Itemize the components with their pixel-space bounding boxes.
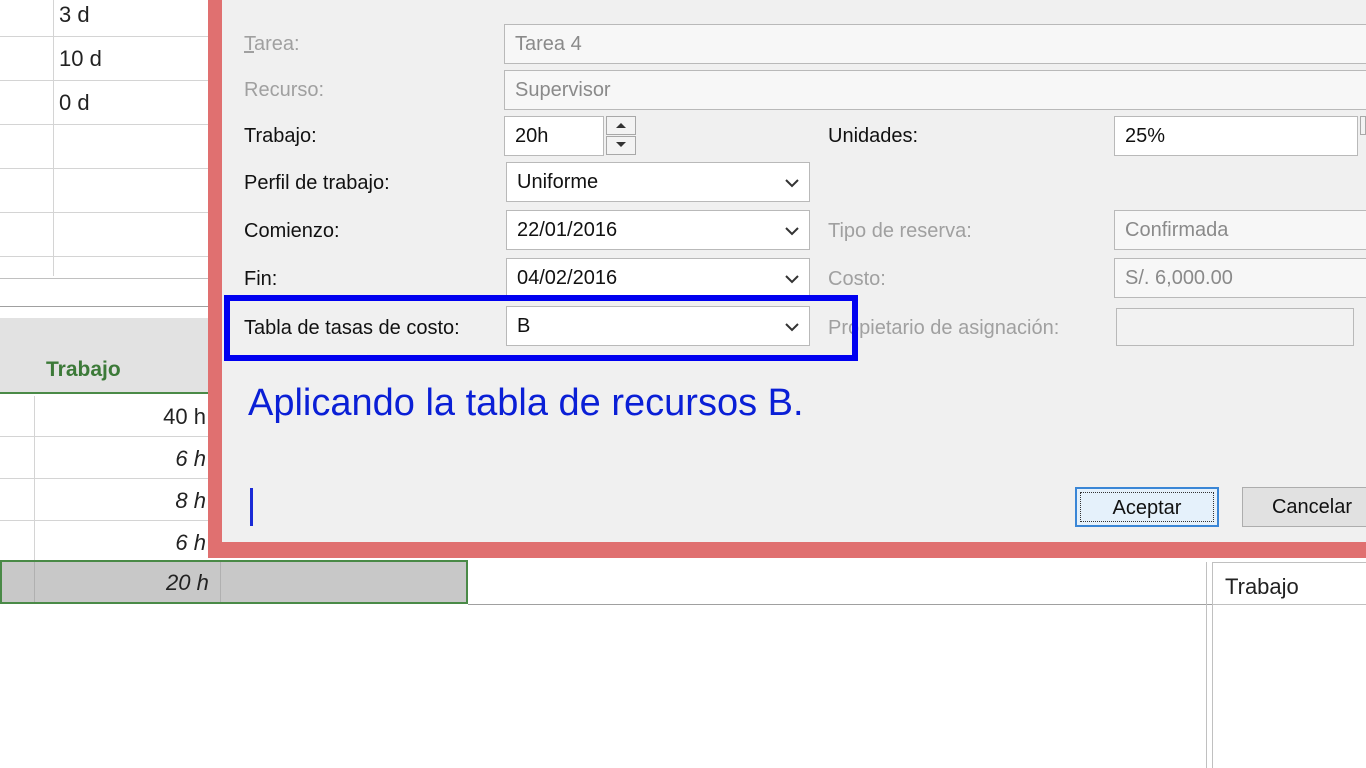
grid-line: [1212, 604, 1366, 605]
column-header-work[interactable]: Trabajo: [46, 358, 121, 382]
splitter[interactable]: [1212, 562, 1213, 768]
arrow-up-icon: [616, 123, 626, 128]
grid-line: [0, 278, 208, 279]
task-field: Tarea 4: [504, 24, 1366, 64]
work-profile-label: Perfil de trabajo:: [244, 172, 390, 194]
chevron-down-icon: [785, 179, 799, 188]
cancel-button[interactable]: Cancelar: [1242, 487, 1366, 527]
splitter[interactable]: [1206, 562, 1207, 768]
grid-line: [0, 256, 208, 257]
work-cell[interactable]: 6 h: [175, 530, 206, 556]
finish-date-value: 04/02/2016: [517, 267, 618, 289]
work-profile-value: Uniforme: [517, 171, 599, 193]
booking-type-label: Tipo de reserva:: [828, 220, 972, 242]
grid-line: [468, 604, 1212, 605]
ok-button[interactable]: Aceptar: [1075, 487, 1219, 527]
start-label: Comienzo:: [244, 220, 340, 242]
duration-cell[interactable]: 0 d: [59, 90, 90, 116]
work-profile-select[interactable]: Uniforme: [506, 162, 810, 202]
work-spin-up[interactable]: [606, 116, 636, 135]
task-label: Tarea:: [244, 33, 300, 55]
start-date-select[interactable]: 22/01/2016: [506, 210, 810, 250]
grid-line: [0, 168, 208, 169]
arrow-down-icon: [616, 142, 626, 147]
focus-ring: [1080, 492, 1214, 522]
duration-cell[interactable]: 10 d: [59, 46, 102, 72]
duration-grid: 3 d 10 d 0 d: [0, 0, 208, 310]
grid-line: [0, 520, 208, 521]
work-cell[interactable]: 8 h: [175, 488, 206, 514]
work-input[interactable]: 20h: [504, 116, 604, 156]
grid-line: [220, 562, 221, 602]
chevron-down-icon: [785, 275, 799, 284]
grid-line: [34, 562, 35, 602]
work-cell[interactable]: 6 h: [175, 446, 206, 472]
grid-line: [1212, 562, 1366, 563]
units-spin[interactable]: [1360, 116, 1366, 135]
booking-type-select: Confirmada: [1114, 210, 1366, 250]
highlight-box: [224, 295, 858, 361]
grid-line: [0, 436, 208, 437]
finish-date-select[interactable]: 04/02/2016: [506, 258, 810, 298]
grid-line: [0, 212, 208, 213]
selected-total-row[interactable]: 20 h: [0, 560, 468, 604]
grid-line: [0, 80, 208, 81]
cost-label: Costo:: [828, 268, 886, 290]
work-spin-down[interactable]: [606, 136, 636, 155]
annotation-text: Aplicando la tabla de recursos B.: [248, 382, 804, 424]
assignment-owner-label: Propietario de asignación:: [828, 317, 1060, 339]
column-header-row: Trabajo: [0, 318, 208, 394]
resource-label: Recurso:: [244, 79, 325, 101]
text-caret: [250, 488, 253, 526]
units-input[interactable]: 25%: [1114, 116, 1358, 156]
finish-label: Fin:: [244, 268, 278, 290]
assignment-owner-field: [1116, 308, 1354, 346]
units-label: Unidades:: [828, 125, 919, 147]
work-cell[interactable]: 40 h: [163, 404, 206, 430]
task-label-text: area:: [254, 33, 300, 55]
chevron-down-icon: [785, 227, 799, 236]
grid-line: [0, 478, 208, 479]
total-work-cell[interactable]: 20 h: [166, 570, 209, 596]
grid-line: [53, 0, 54, 276]
work-label: Trabajo:: [244, 125, 317, 147]
timephased-header-work: Trabajo: [1225, 574, 1299, 599]
grid-line: [0, 36, 208, 37]
resource-field: Supervisor: [504, 70, 1366, 110]
duration-cell[interactable]: 3 d: [59, 2, 90, 28]
cost-field: S/. 6,000.00: [1114, 258, 1366, 298]
start-date-value: 22/01/2016: [517, 219, 618, 241]
grid-line: [0, 124, 208, 125]
cancel-button-label: Cancelar: [1271, 496, 1353, 518]
grid-line: [0, 306, 208, 307]
